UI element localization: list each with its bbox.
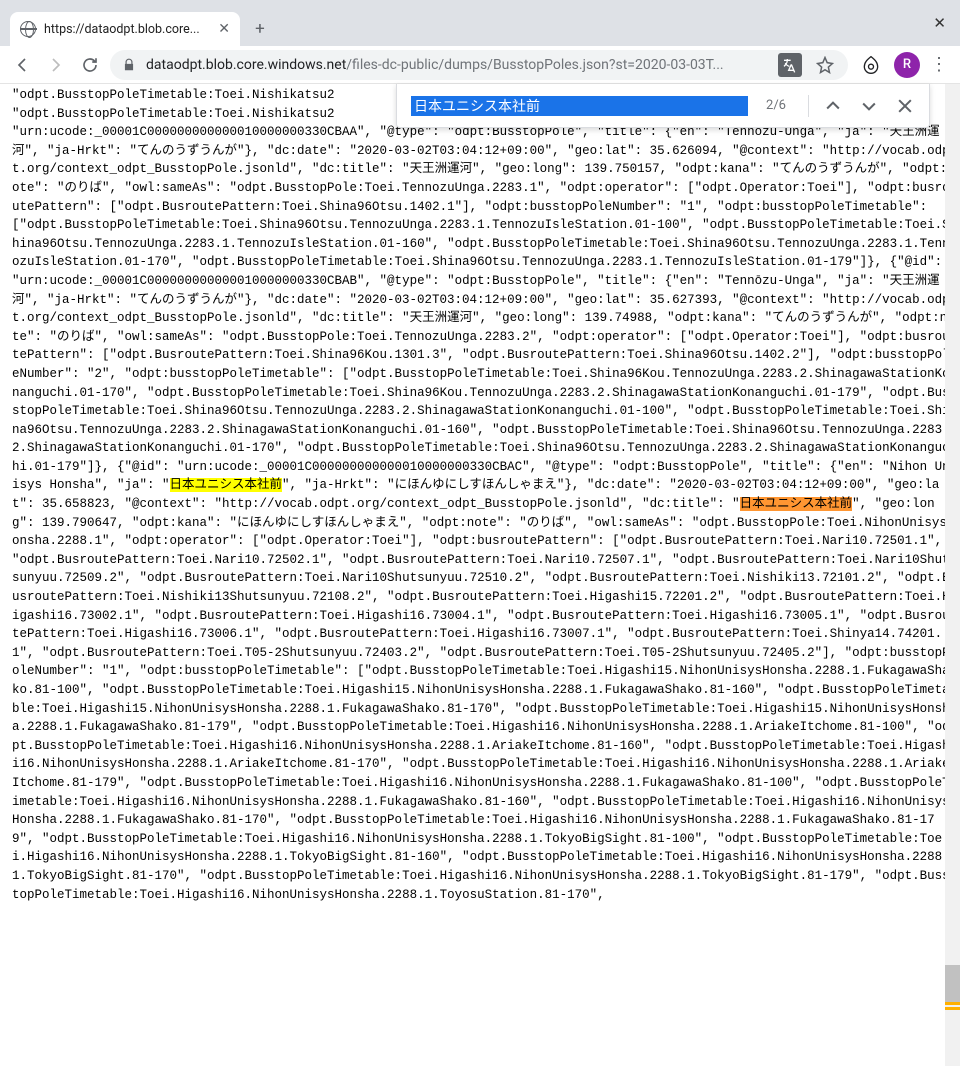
- address-bar[interactable]: dataodpt.blob.core.windows.net/files-dc-…: [110, 50, 848, 80]
- profile-avatar[interactable]: R: [894, 52, 920, 78]
- forward-button[interactable]: [42, 51, 70, 79]
- bookmark-icon[interactable]: [816, 56, 834, 74]
- tab-title: https://dataodpt.blob.core...: [44, 22, 210, 37]
- reload-button[interactable]: [76, 51, 104, 79]
- find-separator: [808, 95, 809, 117]
- json-content[interactable]: "odpt.BusstopPoleTimetable:Toei.Nishikat…: [0, 84, 960, 1066]
- back-button[interactable]: [8, 51, 36, 79]
- toolbar: dataodpt.blob.core.windows.net/files-dc-…: [0, 46, 960, 84]
- titlebar: https://dataodpt.blob.core... ✕ + ✕: [0, 0, 960, 46]
- find-next-button[interactable]: [853, 90, 885, 122]
- globe-icon: [20, 21, 36, 37]
- find-count: 2/6: [752, 98, 800, 113]
- new-tab-button[interactable]: +: [246, 15, 274, 43]
- find-marker: [945, 1007, 960, 1010]
- window-close-icon[interactable]: ✕: [933, 14, 946, 32]
- find-input[interactable]: [411, 96, 748, 116]
- find-bar: 2/6: [396, 84, 930, 128]
- find-close-button[interactable]: [889, 90, 921, 122]
- url-text: dataodpt.blob.core.windows.net/files-dc-…: [146, 57, 768, 73]
- menu-button[interactable]: ⋮: [926, 54, 952, 75]
- find-marker: [945, 1002, 960, 1005]
- tab-close-icon[interactable]: ✕: [218, 21, 230, 37]
- lock-icon: [122, 58, 136, 72]
- scrollbar-track[interactable]: [945, 84, 960, 1066]
- browser-tab[interactable]: https://dataodpt.blob.core... ✕: [10, 12, 240, 46]
- scrollbar-thumb[interactable]: [945, 965, 960, 1002]
- find-prev-button[interactable]: [817, 90, 849, 122]
- extension-icon[interactable]: [858, 52, 884, 78]
- translate-icon[interactable]: [778, 53, 802, 77]
